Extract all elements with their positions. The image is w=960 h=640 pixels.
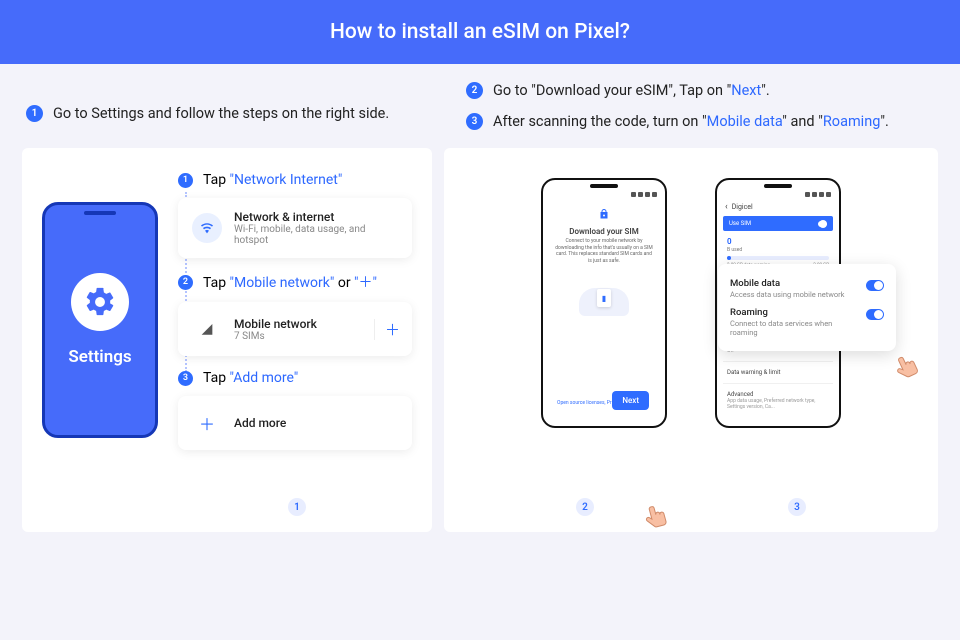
plus-icon: ＋ <box>192 408 222 438</box>
step-number-badge: 1 <box>178 173 193 188</box>
carrier-header: ‹ Digicel <box>723 200 833 216</box>
status-bar <box>723 192 833 200</box>
footer-badge: 3 <box>788 498 806 516</box>
card-mobile-network[interactable]: ◢ Mobile network 7 SIMs ＋ <box>178 302 412 356</box>
highlight-mobile-data: Mobile data <box>707 113 783 130</box>
toggle-on-icon[interactable] <box>818 221 827 227</box>
panel-footer-badges: 2 3 <box>444 498 938 516</box>
toggle-on-icon[interactable] <box>866 280 884 291</box>
status-bar <box>549 192 659 200</box>
intro-text: Go to "Download your eSIM", Tap on "Next… <box>493 82 770 99</box>
panels-row: Settings 1 Tap "Network Internet" Networ… <box>0 140 960 532</box>
substep-text: Tap "Mobile network" or "＋" <box>203 272 377 292</box>
substep-text: Tap "Network Internet" <box>203 172 342 188</box>
card-network-internet[interactable]: Network & internet Wi-Fi, mobile, data u… <box>178 198 412 258</box>
carrier-name: Digicel <box>732 203 753 211</box>
substep-2: 2 Tap "Mobile network" or "＋" ◢ Mobile n… <box>178 272 412 356</box>
intro-step-2: 2 Go to "Download your eSIM", Tap on "Ne… <box>466 82 934 99</box>
page-title: How to install an eSIM on Pixel? <box>330 20 630 44</box>
cloud-illustration: ▮ <box>579 288 629 316</box>
card-subtitle: Wi-Fi, mobile, data usage, and hotspot <box>234 224 398 246</box>
panel-settings-steps: Settings 1 Tap "Network Internet" Networ… <box>22 148 432 532</box>
row-data-warning[interactable]: Data warning & limit <box>723 362 833 384</box>
footer-badge: 1 <box>288 498 306 516</box>
overlay-sub: Access data using mobile network <box>730 290 858 299</box>
step-number-badge: 2 <box>178 275 193 290</box>
substep-1: 1 Tap "Network Internet" Network & inter… <box>178 172 412 258</box>
substep-3: 3 Tap "Add more" ＋ Add more <box>178 370 412 450</box>
phone-mock-settings: Settings <box>42 202 158 438</box>
wifi-icon <box>192 213 222 243</box>
download-title: Download your SIM <box>549 227 659 236</box>
data-used-value: 0 <box>723 231 833 247</box>
next-button[interactable]: Next <box>612 391 649 410</box>
intro-text: Go to Settings and follow the steps on t… <box>53 105 389 122</box>
page-header: How to install an eSIM on Pixel? <box>0 0 960 64</box>
signal-icon: ◢ <box>192 314 222 344</box>
intro-instructions: 1 Go to Settings and follow the steps on… <box>0 64 960 140</box>
back-icon[interactable]: ‹ <box>725 202 728 212</box>
intro-step-1: 1 Go to Settings and follow the steps on… <box>26 105 389 122</box>
step-number-badge: 3 <box>178 371 193 386</box>
overlay-sub: Connect to data services when roaming <box>730 319 858 337</box>
step-number-badge: 3 <box>466 113 483 130</box>
plus-icon[interactable]: ＋ <box>374 319 398 340</box>
use-sim-label: Use SIM <box>729 220 751 227</box>
panel-phone-screens: Download your SIM Connect to your mobile… <box>444 148 938 532</box>
overlay-mobile-data[interactable]: Mobile data Access data using mobile net… <box>730 274 884 303</box>
overlay-title: Mobile data <box>730 278 858 289</box>
highlight-next: Next <box>731 82 761 99</box>
data-used-unit: B used <box>723 247 833 253</box>
row-advanced[interactable]: AdvancedApp data usage, Preferred networ… <box>723 384 833 417</box>
phone-download-sim-wrap: Download your SIM Connect to your mobile… <box>541 172 667 514</box>
card-title: Mobile network <box>234 317 362 331</box>
footer-badge: 2 <box>576 498 594 516</box>
toggles-overlay-card: Mobile data Access data using mobile net… <box>718 264 896 351</box>
toggle-on-icon[interactable] <box>866 309 884 320</box>
card-title: Add more <box>234 416 398 430</box>
pointer-hand-icon <box>889 350 925 388</box>
card-add-more[interactable]: ＋ Add more <box>178 396 412 450</box>
card-subtitle: 7 SIMs <box>234 331 362 342</box>
step-number-badge: 1 <box>26 105 43 122</box>
substep-text: Tap "Add more" <box>203 370 298 386</box>
step-number-badge: 2 <box>466 82 483 99</box>
gear-icon <box>71 273 129 331</box>
data-progress-bar <box>727 256 829 260</box>
phone-mock-download-sim: Download your SIM Connect to your mobile… <box>541 178 667 428</box>
overlay-roaming[interactable]: Roaming Connect to data services when ro… <box>730 303 884 341</box>
intro-step-3: 3 After scanning the code, turn on "Mobi… <box>466 113 934 130</box>
panel-footer-badges: 1 <box>22 498 432 516</box>
overlay-title: Roaming <box>730 307 858 318</box>
settings-label: Settings <box>68 347 131 367</box>
lock-icon <box>549 208 659 223</box>
intro-text: After scanning the code, turn on "Mobile… <box>493 113 889 130</box>
card-title: Network & internet <box>234 210 398 224</box>
steps-column: 1 Tap "Network Internet" Network & inter… <box>178 172 412 514</box>
highlight-roaming: Roaming <box>823 113 880 130</box>
sim-card-icon: ▮ <box>597 289 611 307</box>
download-desc: Connect to your mobile network by downlo… <box>549 238 659 264</box>
use-sim-toggle-row[interactable]: Use SIM <box>723 216 833 231</box>
